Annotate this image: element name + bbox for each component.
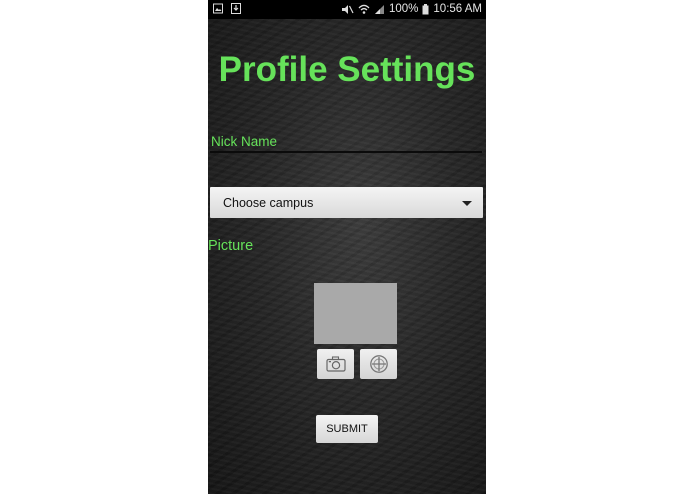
mute-icon bbox=[341, 4, 354, 14]
picture-preview bbox=[314, 283, 397, 344]
submit-button[interactable]: SUBMIT bbox=[316, 415, 378, 443]
page-title: Profile Settings bbox=[218, 50, 476, 89]
battery-icon bbox=[422, 3, 429, 14]
system-status: 100% 10:56 AM bbox=[341, 3, 482, 15]
notification-icons bbox=[213, 3, 241, 14]
status-bar: 100% 10:56 AM bbox=[208, 0, 486, 19]
app-screen: 100% 10:56 AM Profile Settings Nick Name… bbox=[208, 0, 486, 494]
gallery-button[interactable] bbox=[360, 349, 397, 379]
download-icon bbox=[231, 3, 241, 14]
camera-button[interactable] bbox=[317, 349, 354, 379]
gallery-icon bbox=[213, 3, 223, 14]
campus-select-value: Choose campus bbox=[223, 196, 314, 210]
nickname-label: Nick Name bbox=[211, 134, 278, 149]
wifi-icon bbox=[358, 4, 370, 14]
picture-label: Picture bbox=[208, 238, 254, 254]
campus-select[interactable]: Choose campus bbox=[210, 187, 483, 218]
battery-percent: 100% bbox=[388, 3, 419, 15]
signal-icon bbox=[374, 4, 384, 14]
camera-icon bbox=[325, 356, 346, 372]
clock: 10:56 AM bbox=[433, 3, 482, 15]
chevron-down-icon bbox=[462, 201, 472, 206]
nickname-input[interactable] bbox=[210, 151, 482, 153]
add-photo-icon bbox=[369, 355, 388, 373]
